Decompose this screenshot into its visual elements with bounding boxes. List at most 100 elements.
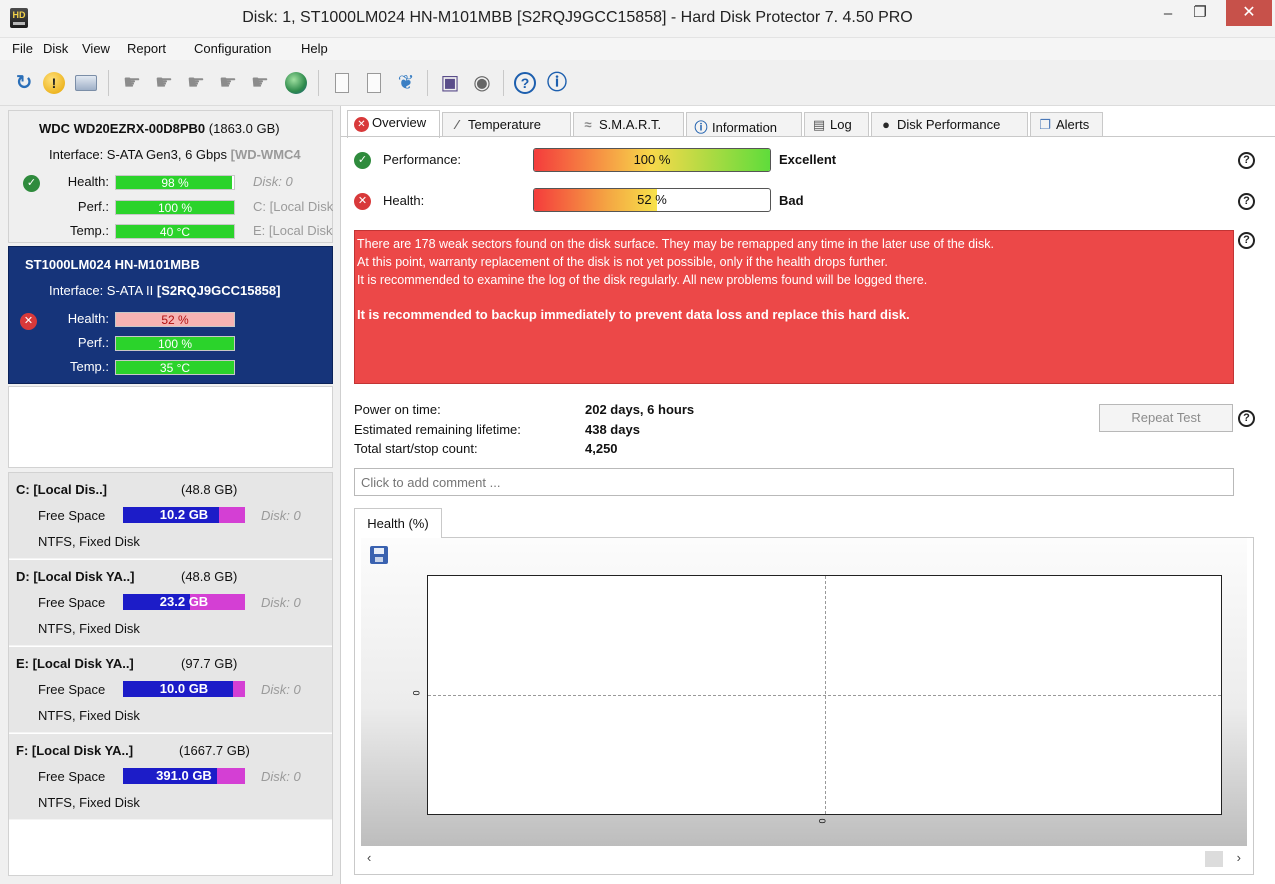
disk-card-0[interactable]: WDC WD20EZRX-00D8PB0 (1863.0 GB) Interfa… [8,110,333,243]
title-bar: HD Disk: 1, ST1000LM024 HN-M101MBB [S2RQ… [0,0,1275,38]
health-bar: 52 % [115,312,235,327]
health-bar: 98 % [115,175,235,190]
perf-label: Perf.: [77,335,109,350]
warning-icon[interactable]: ! [40,69,68,97]
overview-panel: ✕ Overview ⁄ Temperature ≈ S.M.A.R.T. ⓘ Info… [340,106,1275,884]
toolbar-separator [427,70,428,96]
scroll-left-icon[interactable]: ‹ [367,850,371,865]
free-space-label: Free Space [38,508,106,523]
tab-overview[interactable]: ✕ Overview [347,110,440,138]
menu-disk[interactable]: Disk [43,41,68,56]
volume-hint: C: [Local Disk [253,199,333,214]
disk-card-1[interactable]: ST1000LM024 HN-M101MBB Interface: S-ATA … [8,246,333,384]
volume-item-e[interactable]: E: [Local Disk YA..] (97.7 GB) Free Spac… [9,647,332,733]
menu-help[interactable]: Help [301,41,328,56]
disk-model: WDC WD20EZRX-00D8PB0 [39,121,206,136]
volume-item-d[interactable]: D: [Local Disk YA..] (48.8 GB) Free Spac… [9,560,332,646]
window-title: Disk: 1, ST1000LM024 HN-M101MBB [S2RQJ9G… [242,9,913,26]
document-icon[interactable] [328,69,356,97]
repeat-test-button[interactable]: Repeat Test [1099,404,1233,432]
alerts-icon: ❐ [1039,117,1051,132]
tab-label: Overview [372,115,427,130]
gridline-y [428,695,1221,696]
performance-value: 100 % [633,152,671,167]
tab-disk-performance[interactable]: ● Disk Performance [871,112,1028,137]
tab-alerts[interactable]: ❐ Alerts [1030,112,1103,137]
alert-help-icon[interactable]: ? [1238,232,1255,249]
x-circle-icon: ✕ [20,313,37,330]
repeat-test-help-icon[interactable]: ? [1238,410,1255,427]
volume-item-c[interactable]: C: [Local Dis..] (48.8 GB) Free Space 10… [9,473,332,559]
menu-file[interactable]: File [12,41,33,56]
power-on-label: Power on time: [354,402,441,417]
menu-bar: File Disk View Report Configuration Help [0,38,1275,60]
tool-hand-2-icon[interactable]: ☛ [150,69,178,97]
check-circle-icon: ✓ [354,152,371,169]
volume-size: (97.7 GB) [181,656,238,671]
speaker-icon[interactable]: ◉ [468,69,496,97]
tool-flag-icon[interactable]: ☛ [246,69,274,97]
volume-name: F: [Local Disk YA..] [16,743,134,758]
performance-label: Performance: [383,152,462,167]
volume-disk: Disk: 0 [261,769,301,784]
info-icon: ⓘ [694,120,708,135]
tab-log[interactable]: ▤ Log [804,112,869,137]
monitor-icon[interactable]: ▣ [436,69,464,97]
menu-configuration[interactable]: Configuration [194,41,271,56]
tab-temperature[interactable]: ⁄ Temperature [442,112,571,137]
health-label: Health: [383,193,425,208]
perf-label: Perf.: [77,199,109,214]
performance-help-icon[interactable]: ? [1238,152,1255,169]
scroll-thumb[interactable] [1205,851,1223,867]
temp-label: Temp.: [69,223,109,238]
free-space-value: 391.0 GB [156,768,212,783]
health-value: 98 % [161,176,189,190]
tool-hand-icon[interactable]: ☛ [118,69,146,97]
tab-label: Log [830,117,852,132]
health-value: 52 % [161,313,189,327]
health-help-icon[interactable]: ? [1238,193,1255,210]
volume-item-f[interactable]: F: [Local Disk YA..] (1667.7 GB) Free Sp… [9,734,332,820]
volume-list: C: [Local Dis..] (48.8 GB) Free Space 10… [8,472,333,876]
info-icon[interactable]: ⓘ [543,69,571,97]
free-space-bar: 391.0 GB [123,768,245,784]
help-icon[interactable]: ? [511,69,539,97]
tool-check-icon[interactable]: ☛ [182,69,210,97]
comment-input[interactable] [354,468,1234,496]
disk-list-empty-area [8,386,333,468]
disk-model: ST1000LM024 HN-M101MBB [25,257,200,272]
check-circle-icon: ✓ [23,175,40,192]
free-space-bar: 23.2 GB [123,594,245,610]
perf-value: 100 % [157,337,193,351]
chart-scrollbar[interactable]: ‹ › [361,848,1247,870]
volume-type: NTFS, Fixed Disk [38,795,140,810]
volume-disk: Disk: 0 [261,595,301,610]
minimize-button[interactable]: – [1154,5,1182,27]
disk-icon[interactable] [72,69,100,97]
perf-value: 100 % [157,201,193,215]
interface-label: Interface: S-ATA Gen3, 6 Gbps [49,147,231,162]
document-2-icon[interactable] [360,69,388,97]
tab-health-chart[interactable]: Health (%) [354,508,442,538]
menu-view[interactable]: View [82,41,110,56]
people-icon[interactable]: ❦ [392,69,420,97]
refresh-icon[interactable]: ↻ [10,69,38,97]
perf-bar: 100 % [115,336,235,351]
disk-interface: Interface: S-ATA Gen3, 6 Gbps [WD-WMC4 [49,147,333,162]
save-icon[interactable] [370,546,388,564]
scroll-right-icon[interactable]: › [1237,850,1241,865]
disk-size: (1863.0 GB) [208,121,280,136]
volume-disk: Disk: 0 [261,682,301,697]
tab-smart[interactable]: ≈ S.M.A.R.T. [573,112,684,137]
globe-icon[interactable] [282,69,310,97]
tool-hand-3-icon[interactable]: ☛ [214,69,242,97]
tab-information[interactable]: ⓘ Information [686,112,802,137]
x-tick-label: 0 [817,818,828,824]
menu-report[interactable]: Report [127,41,166,56]
close-button[interactable]: ✕ [1226,0,1272,26]
volume-type: NTFS, Fixed Disk [38,621,140,636]
maximize-button[interactable]: ❐ [1186,3,1214,25]
tab-label: Disk Performance [897,117,1001,132]
interface-label: Interface: S-ATA II [49,283,157,298]
health-value: 52 % [637,192,667,207]
